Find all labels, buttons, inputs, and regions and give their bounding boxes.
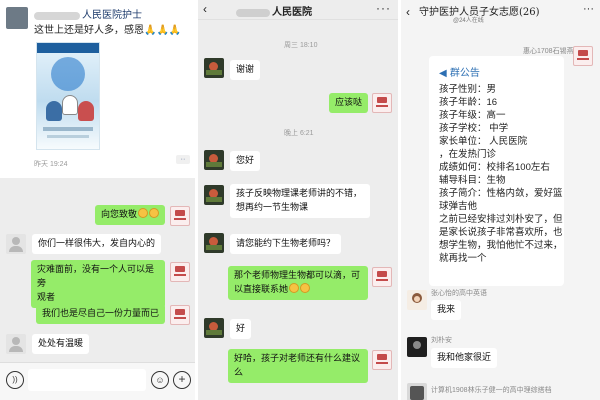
- notice-line: 之前已经安排过刘朴安了，但: [439, 214, 563, 225]
- emoji-icon[interactable]: ☺: [151, 371, 169, 389]
- avatar[interactable]: [170, 206, 190, 226]
- redacted-name: [236, 8, 270, 17]
- chat-panel-middle: ‹ 人民医院 ··· 周三 18:10 谢谢 应该哒 晚上 6:21 您好 孩子…: [198, 0, 398, 400]
- more-icon[interactable]: ···: [583, 3, 594, 15]
- avatar[interactable]: [407, 337, 427, 357]
- message-bubble-received[interactable]: 您好: [230, 151, 261, 171]
- avatar[interactable]: [372, 93, 392, 113]
- message-bubble-received[interactable]: 处处有温暖: [32, 334, 90, 354]
- avatar[interactable]: [6, 334, 26, 354]
- group-header: ‹ 守护医护人员子女志愿(26) @24人在线 ···: [401, 0, 600, 26]
- chat-panel-left: 人民医院护士 这世上还是好人多，感恩🙏🙏🙏 昨天 19:24 ·· 向您致敬 你…: [0, 0, 195, 400]
- message-bubble-sent[interactable]: 那个老师物理生物都可以滴，可 以直接联系她: [228, 266, 368, 300]
- notice-line: 孩子学校： 中学: [439, 123, 509, 134]
- post-text: 这世上还是好人多，感恩🙏🙏🙏: [34, 25, 182, 36]
- avatar[interactable]: [573, 46, 593, 66]
- chat-panel-right: ‹ 守护医护人员子女志愿(26) @24人在线 ··· 惠心1708石锡燕 ◀ …: [401, 0, 600, 400]
- avatar[interactable]: [6, 7, 28, 29]
- emoji-icon: [289, 283, 300, 293]
- message-bubble-received[interactable]: 我来: [431, 300, 462, 320]
- post-more-button[interactable]: ··: [176, 155, 190, 164]
- timestamp: 晚上 6:21: [284, 130, 314, 137]
- notice-line: 辅导科目：生物: [439, 175, 506, 186]
- notice-line: 是家长说孩子非常喜欢所，也: [439, 227, 563, 238]
- avatar[interactable]: [170, 305, 190, 325]
- avatar[interactable]: [407, 383, 427, 400]
- message-bubble-received[interactable]: 好: [230, 319, 252, 339]
- timestamp: 周三 18:10: [284, 42, 318, 49]
- notice-line: 想学生物，我怕他忙不过来，: [439, 240, 563, 251]
- group-notice-bubble[interactable]: ◀ 群公告 孩子性别：男 孩子年龄：16 孩子年级：高一 孩子学校： 中学 家长…: [429, 56, 564, 286]
- avatar[interactable]: [204, 58, 224, 78]
- message-input[interactable]: [28, 369, 146, 391]
- message-bubble-received[interactable]: 请您能约下生物老师吗？: [230, 234, 342, 254]
- sender-name: 张心怡的高中英语: [431, 290, 487, 297]
- message-bubble-sent[interactable]: 应该哒: [328, 93, 368, 113]
- notice-line: 孩子性别：男: [439, 84, 497, 95]
- message-bubble-sent[interactable]: 向您致敬: [94, 205, 165, 225]
- avatar[interactable]: [6, 234, 26, 254]
- notice-line: ，在发热门诊: [439, 149, 497, 160]
- avatar[interactable]: [204, 185, 224, 205]
- sender-name: 刘朴安: [431, 337, 452, 344]
- emoji-icon: [300, 283, 311, 293]
- redacted-name: [34, 11, 80, 20]
- notice-line: 就再找一个: [439, 253, 487, 264]
- chat-title: 人民医院: [236, 3, 312, 18]
- post-image[interactable]: [36, 42, 100, 150]
- online-count: @24人在线: [453, 18, 484, 24]
- message-bubble-sent[interactable]: 我们也是尽自己一份力量而已: [35, 304, 165, 324]
- message-bubble-received[interactable]: 谢谢: [230, 60, 261, 80]
- screenshot-collage: 人民医院护士 这世上还是好人多，感恩🙏🙏🙏 昨天 19:24 ·· 向您致敬 你…: [0, 0, 600, 400]
- message-bubble-sent[interactable]: 灾难面前，没有一个人可以是旁 观者: [31, 260, 165, 308]
- post-time: 昨天 19:24: [34, 161, 68, 168]
- message-bubble-received[interactable]: 孩子反映物理课老师讲的不错， 想再约一节生物课: [230, 184, 370, 218]
- notice-line: 家长单位： 人民医院: [439, 136, 528, 147]
- avatar[interactable]: [372, 267, 392, 287]
- back-icon[interactable]: ‹: [406, 5, 410, 19]
- notice-line: 孩子年级：高一: [439, 110, 506, 121]
- avatar[interactable]: [204, 233, 224, 253]
- back-icon[interactable]: ‹: [203, 2, 207, 16]
- message-bubble-received[interactable]: 你们一样很伟大，发自内心的: [32, 234, 162, 254]
- plus-icon[interactable]: +: [173, 371, 191, 389]
- emoji-icon: [138, 208, 148, 218]
- notice-line: 球弹吉他: [439, 201, 478, 212]
- notice-header: ◀ 群公告: [439, 68, 480, 79]
- avatar[interactable]: [170, 262, 190, 282]
- avatar[interactable]: [204, 318, 224, 338]
- avatar[interactable]: [407, 290, 427, 310]
- chat-header: ‹ 人民医院 ···: [198, 0, 398, 20]
- sender-name: 计算机1908林乐子健一的高中理综搭档: [431, 387, 552, 394]
- more-icon[interactable]: ···: [376, 1, 391, 15]
- message-bubble-received[interactable]: 我和他家很近: [431, 348, 498, 368]
- chat-input-bar: )) ☺ +: [0, 362, 195, 400]
- post-author[interactable]: 人民医院护士: [34, 6, 142, 21]
- notice-line: 孩子年龄：16: [439, 97, 498, 108]
- notice-line: 成绩如何：校排名100左右: [439, 162, 550, 173]
- avatar[interactable]: [204, 150, 224, 170]
- sender-name: 惠心1708石锡燕: [523, 48, 574, 55]
- voice-icon[interactable]: )): [6, 371, 24, 389]
- message-bubble-sent[interactable]: 好哈，孩子对老师还有什么建议么: [228, 349, 368, 383]
- moments-post: 人民医院护士 这世上还是好人多，感恩🙏🙏🙏 昨天 19:24 ··: [0, 0, 195, 178]
- notice-line: 孩子简介：性格内敛，爱好篮: [439, 188, 563, 199]
- emoji-icon: [149, 208, 159, 218]
- avatar[interactable]: [372, 350, 392, 370]
